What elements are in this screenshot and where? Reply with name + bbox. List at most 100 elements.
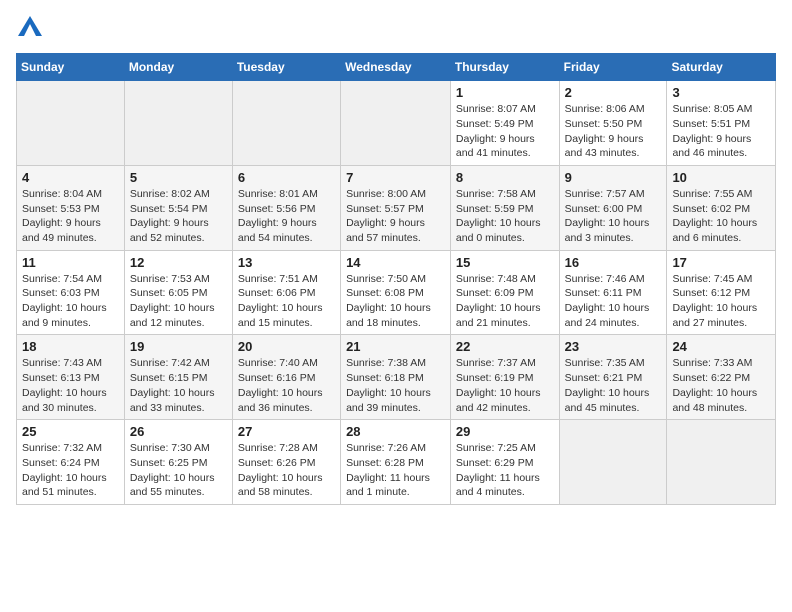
day-number: 4	[22, 170, 119, 185]
day-number: 7	[346, 170, 445, 185]
calendar-cell	[124, 81, 232, 166]
day-number: 3	[672, 85, 770, 100]
day-info: Sunrise: 7:40 AM Sunset: 6:16 PM Dayligh…	[238, 356, 335, 415]
day-info: Sunrise: 8:00 AM Sunset: 5:57 PM Dayligh…	[346, 187, 445, 246]
calendar-cell: 16 Sunrise: 7:46 AM Sunset: 6:11 PM Dayli…	[559, 250, 667, 335]
calendar-cell: 10 Sunrise: 7:55 AM Sunset: 6:02 PM Dayli…	[667, 165, 776, 250]
day-header-monday: Monday	[124, 54, 232, 81]
calendar-cell: 14Sunrise: 7:50 AM Sunset: 6:08 PM Dayli…	[341, 250, 451, 335]
day-header-friday: Friday	[559, 54, 667, 81]
day-number: 19	[130, 339, 227, 354]
day-number: 28	[346, 424, 445, 439]
calendar-cell: 11 Sunrise: 7:54 AM Sunset: 6:03 PM Dayli…	[17, 250, 125, 335]
day-info: Sunrise: 7:26 AM Sunset: 6:28 PM Dayligh…	[346, 441, 445, 500]
calendar-cell	[559, 420, 667, 505]
calendar-cell: 28 Sunrise: 7:26 AM Sunset: 6:28 PM Dayli…	[341, 420, 451, 505]
day-header-wednesday: Wednesday	[341, 54, 451, 81]
day-info: Sunrise: 7:48 AM Sunset: 6:09 PM Dayligh…	[456, 272, 554, 331]
day-number: 11	[22, 255, 119, 270]
day-info: Sunrise: 7:33 AM Sunset: 6:22 PM Dayligh…	[672, 356, 770, 415]
day-number: 16	[565, 255, 662, 270]
day-number: 27	[238, 424, 335, 439]
day-info: Sunrise: 7:30 AM Sunset: 6:25 PM Dayligh…	[130, 441, 227, 500]
week-row-1: 1 Sunrise: 8:07 AM Sunset: 5:49 PM Daylig…	[17, 81, 776, 166]
day-info: Sunrise: 7:25 AM Sunset: 6:29 PM Dayligh…	[456, 441, 554, 500]
day-header-thursday: Thursday	[450, 54, 559, 81]
day-info: Sunrise: 8:01 AM Sunset: 5:56 PM Dayligh…	[238, 187, 335, 246]
day-number: 12	[130, 255, 227, 270]
calendar-cell	[341, 81, 451, 166]
calendar-cell: 17 Sunrise: 7:45 AM Sunset: 6:12 PM Dayli…	[667, 250, 776, 335]
calendar-cell: 13 Sunrise: 7:51 AM Sunset: 6:06 PM Dayli…	[232, 250, 340, 335]
day-number: 29	[456, 424, 554, 439]
day-number: 18	[22, 339, 119, 354]
calendar-cell: 6 Sunrise: 8:01 AM Sunset: 5:56 PM Daylig…	[232, 165, 340, 250]
day-info: Sunrise: 8:07 AM Sunset: 5:49 PM Dayligh…	[456, 102, 554, 161]
day-number: 15	[456, 255, 554, 270]
day-number: 22	[456, 339, 554, 354]
days-header-row: SundayMondayTuesdayWednesdayThursdayFrid…	[17, 54, 776, 81]
calendar-cell: 9 Sunrise: 7:57 AM Sunset: 6:00 PM Daylig…	[559, 165, 667, 250]
week-row-2: 4 Sunrise: 8:04 AM Sunset: 5:53 PM Daylig…	[17, 165, 776, 250]
logo-icon	[18, 16, 42, 36]
day-number: 5	[130, 170, 227, 185]
week-row-5: 25Sunrise: 7:32 AM Sunset: 6:24 PM Dayli…	[17, 420, 776, 505]
day-header-saturday: Saturday	[667, 54, 776, 81]
day-info: Sunrise: 7:35 AM Sunset: 6:21 PM Dayligh…	[565, 356, 662, 415]
calendar-cell: 7 Sunrise: 8:00 AM Sunset: 5:57 PM Daylig…	[341, 165, 451, 250]
day-number: 20	[238, 339, 335, 354]
day-number: 13	[238, 255, 335, 270]
day-number: 17	[672, 255, 770, 270]
day-info: Sunrise: 7:57 AM Sunset: 6:00 PM Dayligh…	[565, 187, 662, 246]
calendar-cell: 20 Sunrise: 7:40 AM Sunset: 6:16 PM Dayli…	[232, 335, 340, 420]
day-number: 9	[565, 170, 662, 185]
calendar-cell: 23 Sunrise: 7:35 AM Sunset: 6:21 PM Dayli…	[559, 335, 667, 420]
calendar-cell: 26 Sunrise: 7:30 AM Sunset: 6:25 PM Dayli…	[124, 420, 232, 505]
calendar-cell: 4 Sunrise: 8:04 AM Sunset: 5:53 PM Daylig…	[17, 165, 125, 250]
day-info: Sunrise: 7:54 AM Sunset: 6:03 PM Dayligh…	[22, 272, 119, 331]
calendar-cell: 18 Sunrise: 7:43 AM Sunset: 6:13 PM Dayli…	[17, 335, 125, 420]
day-number: 23	[565, 339, 662, 354]
day-number: 25	[22, 424, 119, 439]
page-header	[16, 16, 776, 41]
day-number: 26	[130, 424, 227, 439]
day-info: Sunrise: 7:50 AM Sunset: 6:08 PM Dayligh…	[346, 272, 445, 331]
day-number: 2	[565, 85, 662, 100]
calendar-cell: 2 Sunrise: 8:06 AM Sunset: 5:50 PM Daylig…	[559, 81, 667, 166]
day-info: Sunrise: 7:38 AM Sunset: 6:18 PM Dayligh…	[346, 356, 445, 415]
calendar-cell: 24 Sunrise: 7:33 AM Sunset: 6:22 PM Dayli…	[667, 335, 776, 420]
day-info: Sunrise: 7:55 AM Sunset: 6:02 PM Dayligh…	[672, 187, 770, 246]
calendar-cell: 8Sunrise: 7:58 AM Sunset: 5:59 PM Daylig…	[450, 165, 559, 250]
day-info: Sunrise: 7:37 AM Sunset: 6:19 PM Dayligh…	[456, 356, 554, 415]
calendar-cell: 3 Sunrise: 8:05 AM Sunset: 5:51 PM Daylig…	[667, 81, 776, 166]
week-row-4: 18 Sunrise: 7:43 AM Sunset: 6:13 PM Dayli…	[17, 335, 776, 420]
day-info: Sunrise: 7:43 AM Sunset: 6:13 PM Dayligh…	[22, 356, 119, 415]
calendar-cell	[667, 420, 776, 505]
calendar-cell: 19Sunrise: 7:42 AM Sunset: 6:15 PM Dayli…	[124, 335, 232, 420]
day-number: 1	[456, 85, 554, 100]
calendar-cell: 12 Sunrise: 7:53 AM Sunset: 6:05 PM Dayli…	[124, 250, 232, 335]
day-info: Sunrise: 7:45 AM Sunset: 6:12 PM Dayligh…	[672, 272, 770, 331]
calendar-cell	[232, 81, 340, 166]
day-info: Sunrise: 8:05 AM Sunset: 5:51 PM Dayligh…	[672, 102, 770, 161]
day-info: Sunrise: 7:53 AM Sunset: 6:05 PM Dayligh…	[130, 272, 227, 331]
calendar-cell: 15 Sunrise: 7:48 AM Sunset: 6:09 PM Dayli…	[450, 250, 559, 335]
day-info: Sunrise: 8:06 AM Sunset: 5:50 PM Dayligh…	[565, 102, 662, 161]
day-info: Sunrise: 7:46 AM Sunset: 6:11 PM Dayligh…	[565, 272, 662, 331]
day-info: Sunrise: 8:04 AM Sunset: 5:53 PM Dayligh…	[22, 187, 119, 246]
calendar-cell: 1 Sunrise: 8:07 AM Sunset: 5:49 PM Daylig…	[450, 81, 559, 166]
week-row-3: 11 Sunrise: 7:54 AM Sunset: 6:03 PM Dayli…	[17, 250, 776, 335]
calendar-cell: 25Sunrise: 7:32 AM Sunset: 6:24 PM Dayli…	[17, 420, 125, 505]
day-header-sunday: Sunday	[17, 54, 125, 81]
calendar-cell: 22 Sunrise: 7:37 AM Sunset: 6:19 PM Dayli…	[450, 335, 559, 420]
day-number: 21	[346, 339, 445, 354]
calendar-cell: 27Sunrise: 7:28 AM Sunset: 6:26 PM Dayli…	[232, 420, 340, 505]
day-info: Sunrise: 7:51 AM Sunset: 6:06 PM Dayligh…	[238, 272, 335, 331]
day-number: 24	[672, 339, 770, 354]
day-number: 8	[456, 170, 554, 185]
day-header-tuesday: Tuesday	[232, 54, 340, 81]
day-number: 6	[238, 170, 335, 185]
day-number: 10	[672, 170, 770, 185]
logo	[16, 16, 42, 41]
day-info: Sunrise: 8:02 AM Sunset: 5:54 PM Dayligh…	[130, 187, 227, 246]
